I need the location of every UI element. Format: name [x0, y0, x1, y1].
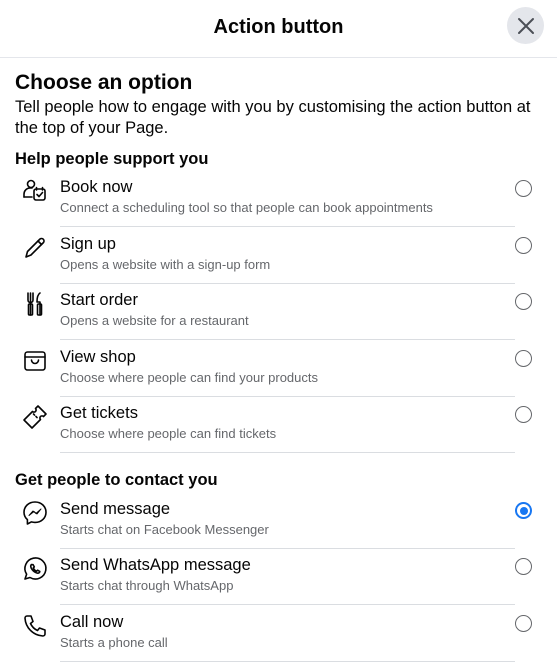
option-sign-up[interactable]: Sign up Opens a website with a sign-up f… — [15, 228, 542, 284]
radio-send-whatsapp-message[interactable] — [515, 558, 532, 575]
close-button[interactable] — [507, 7, 544, 44]
radio-send-message[interactable] — [515, 502, 532, 519]
option-send-whatsapp-message[interactable]: Send WhatsApp message Starts chat throug… — [15, 549, 542, 605]
divider — [60, 661, 515, 662]
divider — [60, 604, 515, 605]
pencil-icon — [21, 234, 49, 262]
group-heading-support: Help people support you — [15, 150, 209, 168]
option-label: View shop — [60, 348, 136, 366]
dialog-title: Action button — [213, 16, 344, 38]
option-book-now[interactable]: Book now Connect a scheduling tool so th… — [15, 171, 542, 227]
option-view-shop[interactable]: View shop Choose where people can find y… — [15, 341, 542, 397]
option-description: Choose where people can find tickets — [60, 426, 277, 441]
option-label: Call now — [60, 613, 124, 631]
option-label: Send WhatsApp message — [60, 556, 251, 574]
radio-view-shop[interactable] — [515, 350, 532, 367]
fork-knife-icon — [21, 290, 49, 318]
option-start-order[interactable]: Start order Opens a website for a restau… — [15, 284, 542, 340]
option-label: Sign up — [60, 235, 116, 253]
option-call-now[interactable]: Call now Starts a phone call — [15, 606, 542, 662]
group-heading-contact: Get people to contact you — [15, 471, 218, 489]
option-description: Connect a scheduling tool so that people… — [60, 200, 433, 215]
divider — [60, 339, 515, 340]
option-description: Starts chat through WhatsApp — [60, 578, 234, 593]
dialog-header: Action button — [0, 0, 557, 58]
option-label: Get tickets — [60, 404, 138, 422]
section-title: Choose an option — [15, 71, 193, 94]
radio-start-order[interactable] — [515, 293, 532, 310]
radio-get-tickets[interactable] — [515, 406, 532, 423]
option-label: Start order — [60, 291, 138, 309]
option-get-tickets[interactable]: Get tickets Choose where people can find… — [15, 397, 542, 453]
radio-call-now[interactable] — [515, 615, 532, 632]
divider — [60, 226, 515, 227]
option-label: Book now — [60, 178, 133, 196]
option-send-message[interactable]: Send message Starts chat on Facebook Mes… — [15, 493, 542, 549]
divider — [60, 452, 515, 453]
radio-sign-up[interactable] — [515, 237, 532, 254]
messenger-icon — [21, 499, 49, 527]
option-description: Opens a website with a sign-up form — [60, 257, 271, 272]
option-label: Send message — [60, 500, 171, 518]
option-description: Choose where people can find your produc… — [60, 370, 318, 385]
calendar-person-icon — [21, 177, 49, 205]
ticket-icon — [21, 403, 49, 431]
phone-icon — [21, 612, 49, 640]
close-icon — [517, 17, 534, 34]
whatsapp-icon — [21, 555, 49, 583]
option-description: Starts chat on Facebook Messenger — [60, 522, 269, 537]
shop-bag-icon — [21, 347, 49, 375]
option-description: Opens a website for a restaurant — [60, 313, 249, 328]
section-description: Tell people how to engage with you by cu… — [15, 98, 531, 137]
option-description: Starts a phone call — [60, 635, 168, 650]
radio-book-now[interactable] — [515, 180, 532, 197]
